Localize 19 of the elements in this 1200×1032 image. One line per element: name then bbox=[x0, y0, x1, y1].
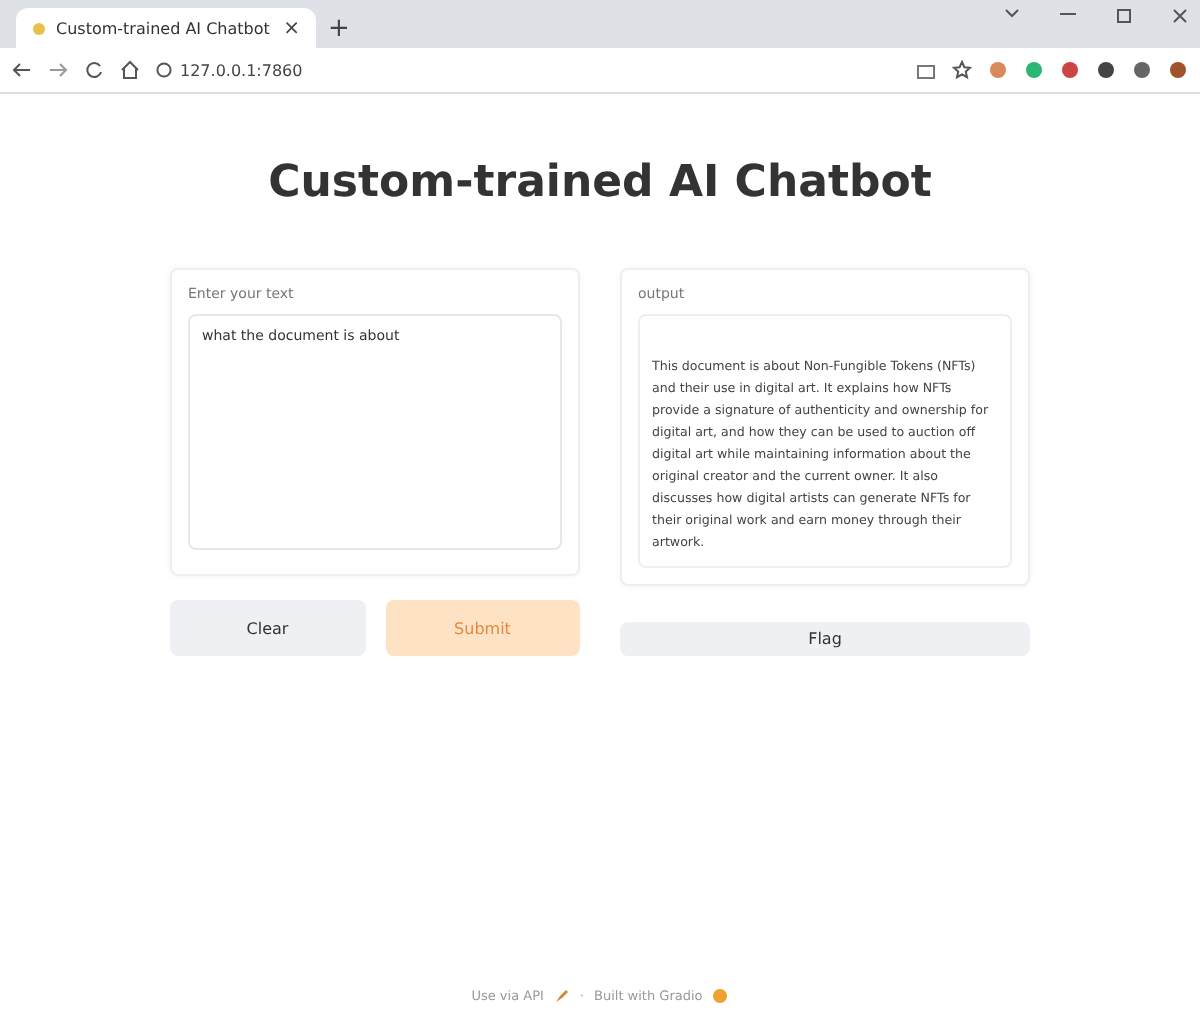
new-tab-button[interactable]: + bbox=[328, 13, 350, 43]
address-field[interactable]: 127.0.0.1:7860 bbox=[180, 61, 303, 79]
maximize-icon[interactable] bbox=[1116, 8, 1132, 24]
logo-icon bbox=[712, 988, 729, 1004]
share-icon[interactable] bbox=[916, 60, 936, 80]
forward-icon[interactable] bbox=[48, 60, 68, 80]
minimize-icon[interactable] bbox=[1060, 8, 1076, 20]
home-icon[interactable] bbox=[120, 60, 140, 80]
clear-button[interactable]: Clear bbox=[170, 600, 365, 656]
star-icon[interactable] bbox=[952, 60, 972, 80]
back-icon[interactable] bbox=[12, 60, 32, 80]
flag-button[interactable]: Flag bbox=[620, 622, 1030, 656]
page-title: Custom-trained AI Chatbot bbox=[268, 158, 932, 208]
close-icon[interactable] bbox=[1172, 8, 1188, 24]
tab-title: Custom-trained AI Chatbot bbox=[56, 19, 272, 37]
reload-icon[interactable] bbox=[84, 60, 104, 80]
chevron-down-icon[interactable] bbox=[1004, 8, 1020, 20]
browser-tab[interactable]: Custom-trained AI Chatbot × bbox=[16, 8, 316, 48]
close-tab-button[interactable]: × bbox=[283, 17, 300, 39]
